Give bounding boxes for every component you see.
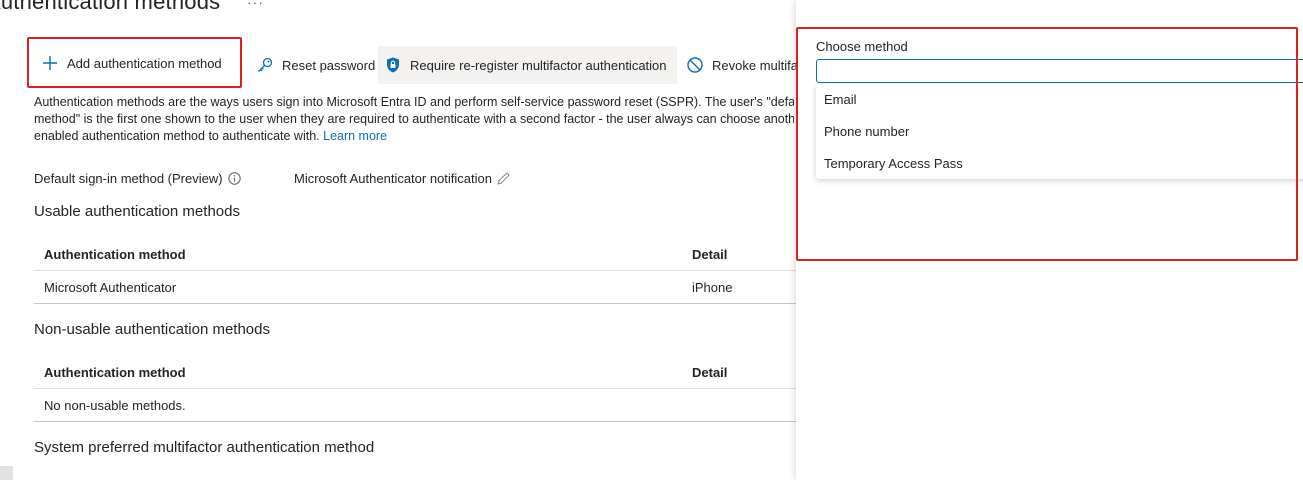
shield-lock-icon <box>384 56 402 74</box>
info-icon[interactable] <box>227 172 241 185</box>
add-authentication-method-label: Add authentication method <box>67 55 222 71</box>
default-sign-in-method-value: Microsoft Authenticator notification <box>294 171 510 186</box>
description-line-2: method" is the first one shown to the us… <box>34 112 794 126</box>
default-sign-in-method-label: Default sign-in method (Preview) <box>34 171 241 186</box>
column-header-detail: Detail <box>692 365 728 380</box>
usable-methods-table: Authentication method Detail Microsoft A… <box>34 238 796 304</box>
scrollbar-corner <box>0 466 13 480</box>
description-line-3: enabled authentication method to authent… <box>34 128 794 145</box>
add-authentication-method-button[interactable]: Add authentication method <box>30 40 240 86</box>
table-header-row: Authentication method Detail <box>34 238 796 271</box>
description-line-1: Authentication methods are the ways user… <box>34 95 794 109</box>
require-reregister-mfa-label: Require re-register multifactor authenti… <box>410 57 667 73</box>
more-options-button[interactable]: ··· <box>247 0 264 10</box>
require-reregister-mfa-button[interactable]: Require re-register multifactor authenti… <box>378 46 677 84</box>
plus-icon <box>41 54 59 72</box>
reset-password-label: Reset password <box>282 57 376 73</box>
revoke-mfa-sessions-label: Revoke multifactor authentication sessio… <box>712 57 796 73</box>
description-line-3-text: enabled authentication method to authent… <box>34 129 320 143</box>
learn-more-link[interactable]: Learn more <box>323 129 387 143</box>
key-icon <box>256 56 274 74</box>
add-method-panel: Choose method Email Phone number Tempora… <box>796 0 1303 480</box>
method-options-list: Email Phone number Temporary Access Pass <box>816 84 1303 179</box>
column-header-detail: Detail <box>692 247 728 262</box>
revoke-mfa-sessions-button[interactable]: Revoke multifactor authentication sessio… <box>686 46 796 84</box>
option-temporary-access-pass[interactable]: Temporary Access Pass <box>824 156 963 171</box>
reset-password-button[interactable]: Reset password <box>256 46 375 84</box>
option-email[interactable]: Email <box>824 92 857 107</box>
table-cell-method: Microsoft Authenticator <box>44 280 177 295</box>
empty-table-message: No non-usable methods. <box>44 398 186 413</box>
column-header-method: Authentication method <box>44 365 186 380</box>
option-phone-number[interactable]: Phone number <box>824 124 909 139</box>
pencil-icon[interactable] <box>496 172 510 186</box>
choose-method-label: Choose method <box>816 39 908 54</box>
table-row[interactable]: Microsoft Authenticator iPhone <box>34 271 796 304</box>
main-content: Authentication methods ··· ‹ Add authent… <box>0 0 796 480</box>
prohibited-icon <box>686 56 704 74</box>
table-row: No non-usable methods. <box>34 389 796 422</box>
command-bar: Add authentication method Reset password… <box>0 40 796 92</box>
choose-method-dropdown[interactable] <box>816 59 1303 83</box>
non-usable-methods-title: Non-usable authentication methods <box>34 321 270 338</box>
table-header-row: Authentication method Detail <box>34 356 796 389</box>
description-text: Authentication methods are the ways user… <box>34 94 794 145</box>
system-preferred-mfa-title: System preferred multifactor authenticat… <box>34 439 375 456</box>
non-usable-methods-table: Authentication method Detail No non-usab… <box>34 356 796 422</box>
usable-methods-title: Usable authentication methods <box>34 203 240 220</box>
table-cell-detail: iPhone <box>692 280 733 295</box>
column-header-method: Authentication method <box>44 247 186 262</box>
page-title: Authentication methods <box>0 0 221 14</box>
default-sign-in-method-text: Default sign-in method (Preview) <box>34 171 223 186</box>
default-sign-in-method-value-text: Microsoft Authenticator notification <box>294 171 492 186</box>
